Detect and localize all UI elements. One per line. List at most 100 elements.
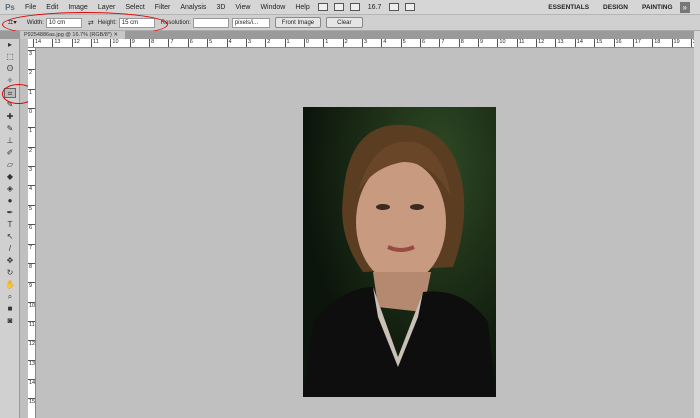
ruler-tick-label: 8 xyxy=(458,39,464,47)
document-tab[interactable]: P9254886as.jpg @ 16.7% (RGB/8*) ✕ xyxy=(20,31,125,39)
menu-select[interactable]: Select xyxy=(120,4,149,11)
ruler-tick-label: 12 xyxy=(536,39,544,47)
healing-brush-tool-icon[interactable]: ✚ xyxy=(4,112,16,122)
bridge-icon[interactable] xyxy=(317,3,328,11)
dodge-tool-icon[interactable]: ● xyxy=(4,196,16,206)
ruler-tick-label: 4 xyxy=(226,39,232,47)
workspace-painting[interactable]: PAINTING xyxy=(635,4,680,11)
front-image-button[interactable]: Front Image xyxy=(274,17,322,28)
ruler-tick-label: 5 xyxy=(400,39,406,47)
menu-edit[interactable]: Edit xyxy=(41,4,63,11)
ruler-tick-label: 11 xyxy=(91,39,99,47)
screen-mode-icon[interactable] xyxy=(405,3,416,11)
menu-image[interactable]: Image xyxy=(63,4,92,11)
colors-tool-icon[interactable]: ■ xyxy=(4,304,16,314)
ruler-tick-label: 13 xyxy=(28,359,36,367)
ruler-tick-label: 3 xyxy=(28,166,35,173)
ruler-tick-label: 17 xyxy=(632,39,641,47)
ruler-tick-label: 13 xyxy=(555,39,564,47)
ruler-tick-label: 9 xyxy=(478,39,483,47)
ruler-tick-label: 8 xyxy=(149,39,154,47)
ruler-tick-label: 10 xyxy=(110,39,119,47)
menu-view[interactable]: View xyxy=(230,4,255,11)
ruler-tick-label: 1 xyxy=(284,39,290,47)
menu-layer[interactable]: Layer xyxy=(93,4,121,11)
ruler-tick-label: 3 xyxy=(361,39,367,47)
hand-tool-icon[interactable]: ✋ xyxy=(4,280,16,290)
workspace-essentials[interactable]: ESSENTIALS xyxy=(541,4,596,11)
line-tool-icon[interactable]: / xyxy=(4,244,16,254)
ruler-tick-label: 14 xyxy=(574,39,583,47)
ruler-tick-label: 3 xyxy=(245,39,251,47)
ruler-tick-label: 19 xyxy=(671,39,680,47)
ruler-tick-label: 9 xyxy=(28,282,35,289)
ruler-tick-label: 10 xyxy=(497,39,506,47)
vertical-ruler: 3 2 1 0 1 2 3 4 5 6 7 8 9 10 11 12 13 14 15 xyxy=(28,48,36,418)
quick-mask-tool-icon[interactable]: ◙ xyxy=(4,316,16,326)
close-tab-icon[interactable]: ✕ xyxy=(113,32,118,38)
ruler-tick-label: 1 xyxy=(323,39,328,47)
ruler-tick-label: 5 xyxy=(207,39,212,47)
ruler-tick-label: 4 xyxy=(28,185,35,192)
ruler-tick-label: 1 xyxy=(28,88,35,96)
lasso-tool-icon[interactable]: ʘ xyxy=(4,64,16,74)
menu-3d[interactable]: 3D xyxy=(211,4,230,11)
resolution-input[interactable] xyxy=(192,17,229,28)
ruler-tick-label: 14 xyxy=(28,378,36,386)
brush-tool-icon[interactable]: ✎ xyxy=(4,124,16,134)
ruler-tick-label: 11 xyxy=(516,39,524,47)
eraser-tool-icon[interactable]: ▱ xyxy=(4,160,16,170)
ruler-tick-label: 12 xyxy=(71,39,80,47)
menu-file[interactable]: File xyxy=(20,4,41,11)
ruler-tick-label: 15 xyxy=(28,398,36,406)
menu-help[interactable]: Help xyxy=(290,4,314,11)
ruler-tick-label: 10 xyxy=(28,301,36,309)
history-brush-tool-icon[interactable]: ✐ xyxy=(4,148,16,158)
workspace-design[interactable]: DESIGN xyxy=(596,4,635,11)
minibridge-icon[interactable] xyxy=(333,3,344,11)
ruler-tick-label: 6 xyxy=(28,224,35,231)
clear-button[interactable]: Clear xyxy=(326,17,363,28)
ruler-tick-label: 7 xyxy=(168,39,174,47)
ruler-tick-label: 6 xyxy=(187,39,193,47)
menu-analysis[interactable]: Analysis xyxy=(175,4,211,11)
ruler-tick-label: 8 xyxy=(28,262,35,270)
document-image[interactable] xyxy=(303,107,496,397)
menu-window[interactable]: Window xyxy=(255,4,290,11)
3d-orbit-tool-icon[interactable]: ↻ xyxy=(4,268,16,278)
ruler-tick-label: 7 xyxy=(439,39,444,47)
ruler-tick-label: 2 xyxy=(265,39,270,47)
ruler-tick-label: 9 xyxy=(129,39,135,47)
document-tab-label: P9254886as.jpg @ 16.7% (RGB/8*) xyxy=(24,32,112,38)
ruler-tick-label: 1 xyxy=(28,127,35,134)
resolution-units-select[interactable]: pixels/i... xyxy=(231,17,270,28)
zoom-level[interactable]: 16.7 xyxy=(363,4,387,11)
ruler-tick-label: 6 xyxy=(420,39,425,47)
panel-dock[interactable] xyxy=(694,31,700,418)
arrange-documents-icon[interactable] xyxy=(389,3,400,11)
ruler-tick-label: 2 xyxy=(28,146,35,154)
ruler-tick-label: 3 xyxy=(28,50,35,57)
path-select-tool-icon[interactable]: ↖ xyxy=(4,232,16,242)
marquee-tool-icon[interactable]: ⬚ xyxy=(4,52,16,62)
ruler-tick-label: 5 xyxy=(28,204,35,212)
ruler-tick-label: 12 xyxy=(28,340,36,348)
view-extras-icon[interactable] xyxy=(349,3,360,11)
ruler-tick-label: 2 xyxy=(28,69,35,76)
ruler-tick-label: 13 xyxy=(52,39,60,47)
tab-bar: P9254886as.jpg @ 16.7% (RGB/8*) ✕ xyxy=(0,31,700,39)
paint-bucket-tool-icon[interactable]: ◆ xyxy=(4,172,16,182)
zoom-tool-icon[interactable]: ⌕ xyxy=(4,292,16,302)
clone-stamp-tool-icon[interactable]: ⊥ xyxy=(4,136,16,146)
type-tool-icon[interactable]: T xyxy=(4,220,16,230)
more-workspaces-button[interactable]: » xyxy=(679,1,690,13)
blur-tool-icon[interactable]: ◈ xyxy=(4,184,16,194)
ruler-tick-label: 2 xyxy=(342,39,348,47)
menu-filter[interactable]: Filter xyxy=(150,4,176,11)
pen-tool-icon[interactable]: ✒ xyxy=(4,208,16,218)
ruler-tick-label: 15 xyxy=(594,39,602,47)
ruler-tick-label: 14 xyxy=(33,39,41,47)
3d-rotate-tool-icon[interactable]: ✥ xyxy=(4,256,16,266)
move-tool-icon[interactable]: ▸ xyxy=(4,40,16,50)
ruler-tick-label: 0 xyxy=(303,39,309,47)
